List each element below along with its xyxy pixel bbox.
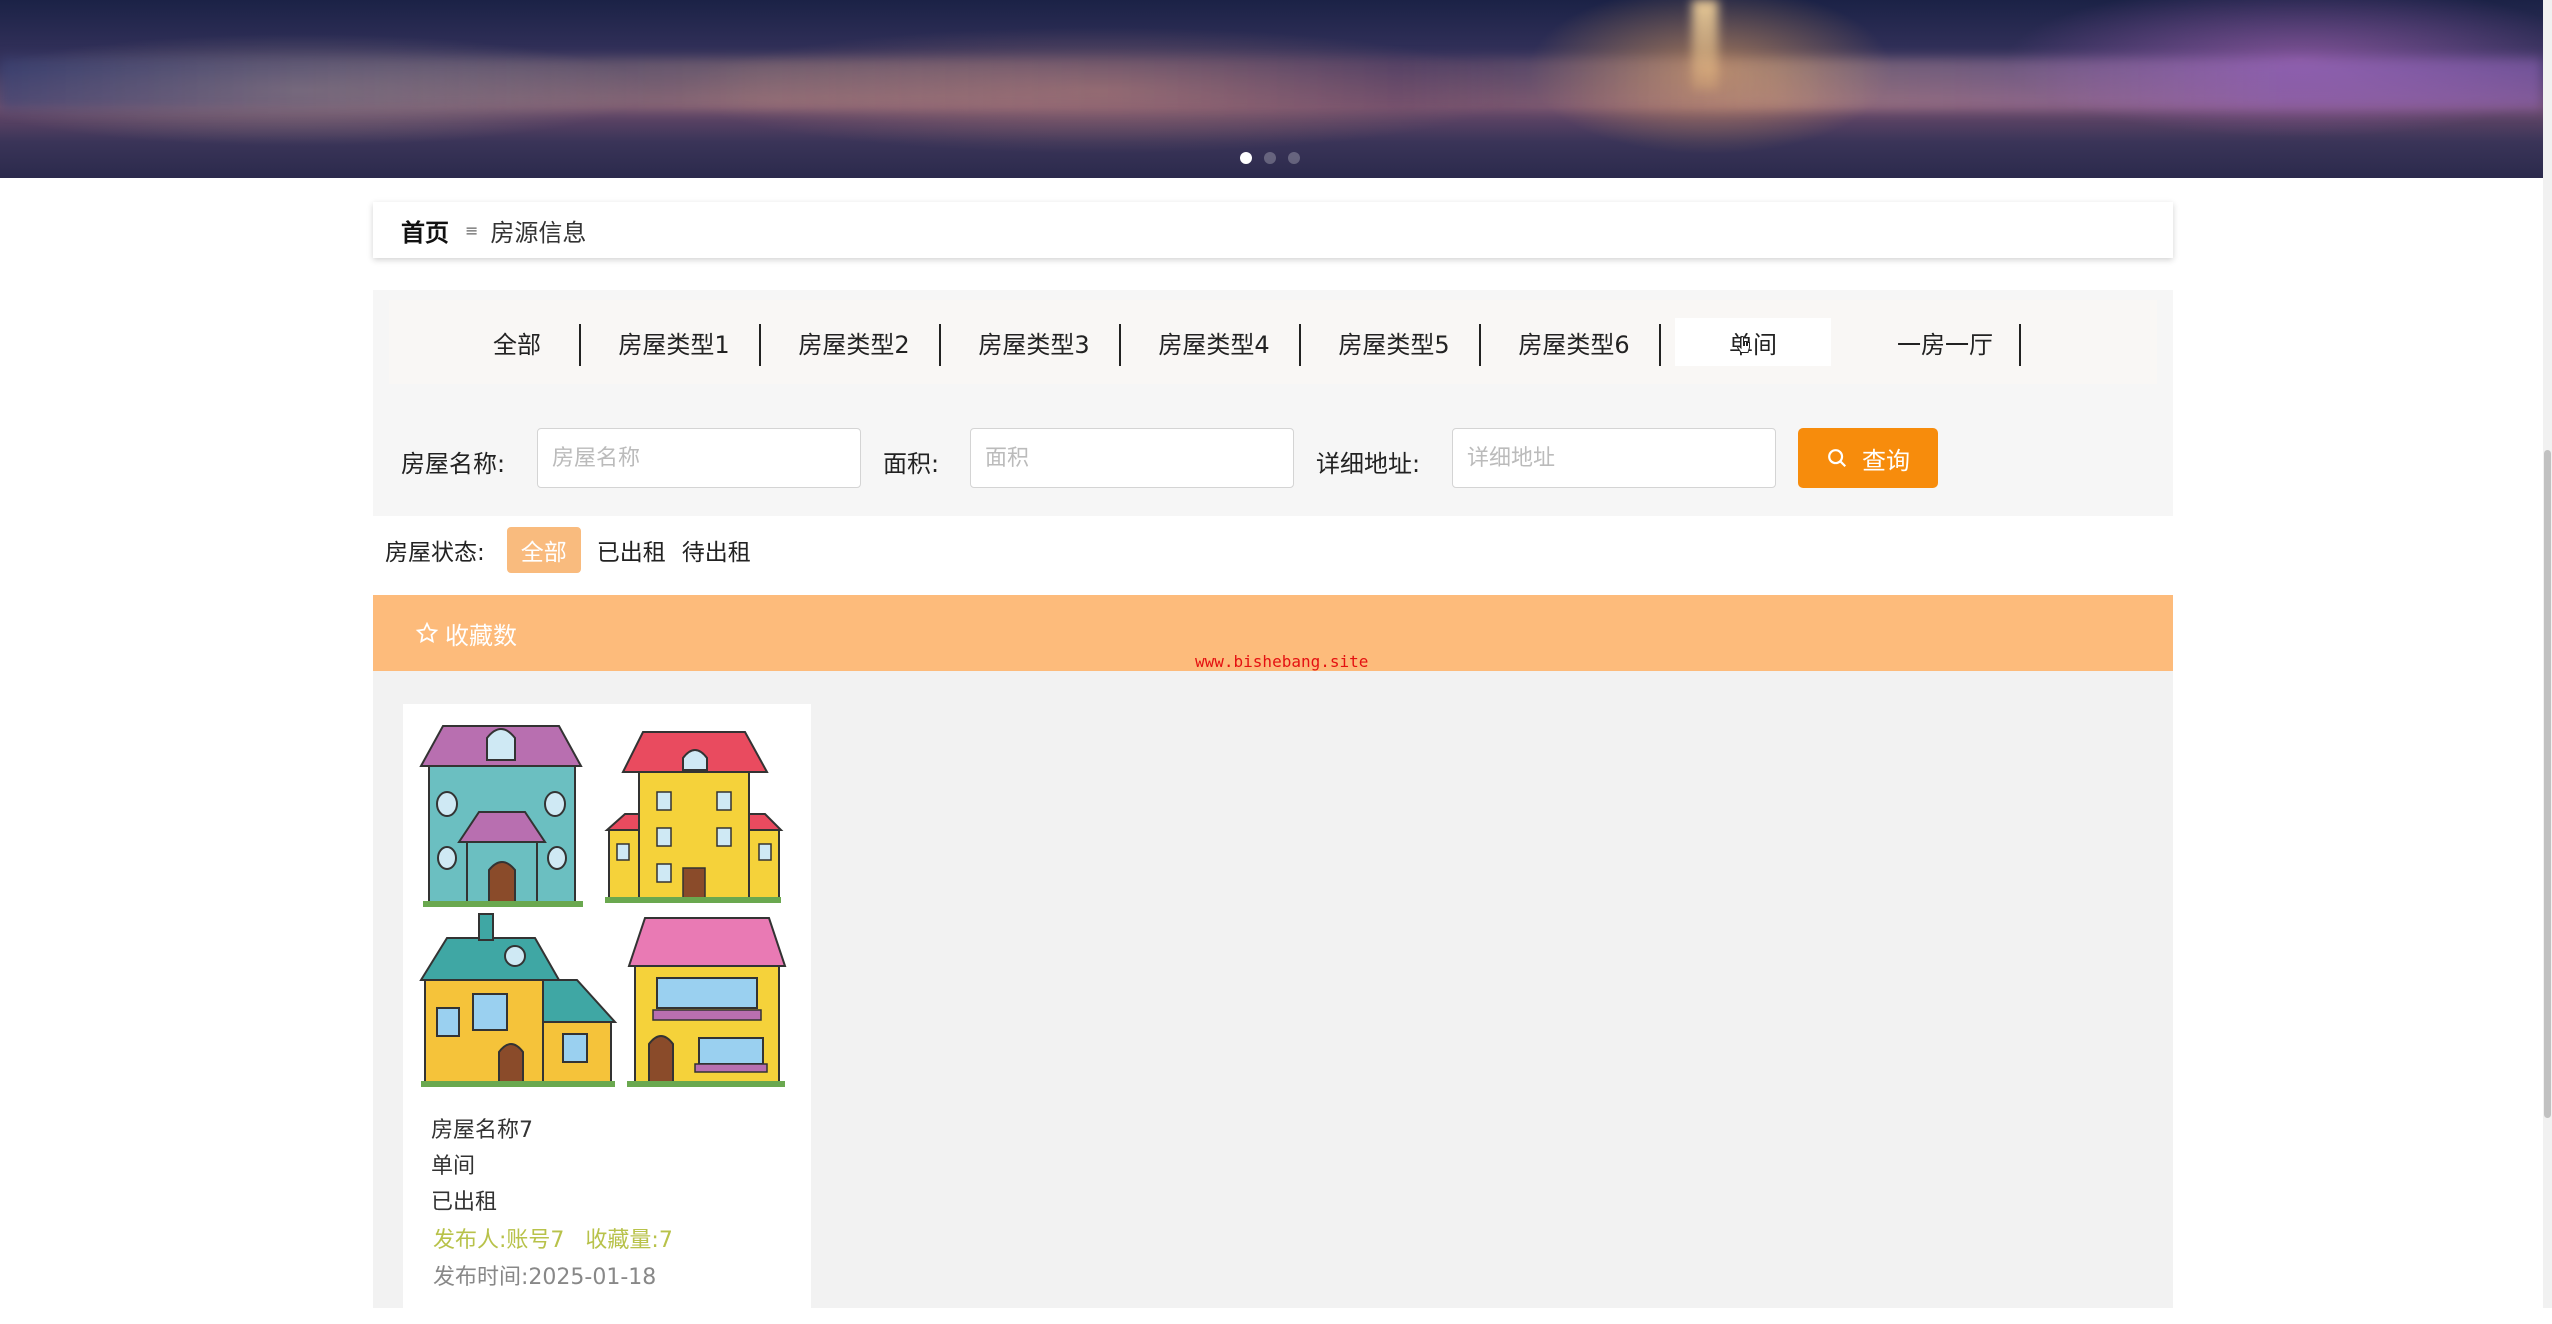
tab-all[interactable]: 全部 [459, 318, 575, 366]
tab-divider [579, 324, 581, 366]
favorite-count: 收藏量:7 [585, 1228, 673, 1253]
status-label: 房屋状态: [385, 540, 485, 566]
search-icon [1828, 449, 1847, 468]
tab-divider [2019, 324, 2021, 366]
status-option-available[interactable]: 待出租 [676, 527, 757, 573]
banner-light [1692, 0, 1718, 90]
breadcrumb-current: 房源信息 [490, 218, 587, 247]
publisher: 发布人:账号7 [433, 1228, 565, 1253]
tab-divider [1299, 324, 1301, 366]
scrollbar-thumb[interactable] [2544, 450, 2551, 1118]
listing-area: 房屋名称7 单间 已出租 发布人:账号7 收藏量:7 发布时间:2025-01-… [373, 671, 2173, 1324]
breadcrumb-separator-icon: ≡ [465, 220, 479, 240]
house-image [419, 725, 787, 1087]
mouse-cursor-icon [1736, 335, 1750, 353]
star-icon [415, 621, 439, 643]
banner-image [0, 58, 2543, 110]
search-row: 房屋名称: 面积: 详细地址: 查询 [373, 428, 2173, 490]
carousel-dot-2[interactable] [1264, 152, 1276, 164]
tab-single-room[interactable]: 单间 [1675, 318, 1831, 366]
search-button-label: 查询 [1862, 446, 1910, 475]
house-name-input[interactable] [537, 428, 861, 488]
area-label: 面积: [883, 450, 940, 478]
scrollbar[interactable] [2543, 0, 2552, 1308]
tab-divider [1659, 324, 1661, 366]
sort-label: 收藏数 [445, 621, 517, 650]
publish-time: 发布时间:2025-01-18 [433, 1265, 657, 1290]
status-option-all[interactable]: 全部 [506, 527, 581, 573]
tab-divider [1479, 324, 1481, 366]
tab-divider [939, 324, 941, 366]
area-input[interactable] [970, 428, 1294, 488]
carousel-dot-1[interactable] [1240, 152, 1252, 164]
tab-one-bedroom[interactable]: 一房一厅 [1855, 318, 2035, 366]
status-filter: 房屋状态: 全部 已出租 待出租 [385, 524, 761, 576]
breadcrumb-home-link[interactable]: 首页 [401, 213, 449, 248]
tab-divider [1119, 324, 1121, 366]
tab-type-2[interactable]: 房屋类型2 [769, 318, 939, 366]
search-button[interactable]: 查询 [1798, 428, 1938, 488]
tab-type-1[interactable]: 房屋类型1 [589, 318, 759, 366]
address-input[interactable] [1452, 428, 1776, 488]
carousel-dot-3[interactable] [1288, 152, 1300, 164]
category-tabs: 全部 房屋类型1 房屋类型2 房屋类型3 房屋类型4 房屋类型5 房屋类型6 单… [389, 300, 2157, 384]
house-name-label: 房屋名称: [401, 450, 506, 478]
address-label: 详细地址: [1316, 450, 1421, 478]
tab-divider [759, 324, 761, 366]
banner-carousel [0, 0, 2543, 178]
status-option-rented[interactable]: 已出租 [591, 527, 672, 573]
sort-by-favorites[interactable]: 收藏数 [415, 616, 517, 651]
carousel-dots [1240, 152, 1300, 164]
tab-type-6[interactable]: 房屋类型6 [1489, 318, 1659, 366]
breadcrumb: 首页 ≡ 房源信息 [373, 202, 2173, 258]
watermark: www.bishebang.site [1195, 652, 1369, 671]
filter-panel: 全部 房屋类型1 房屋类型2 房屋类型3 房屋类型4 房屋类型5 房屋类型6 单… [373, 290, 2173, 516]
tab-type-3[interactable]: 房屋类型3 [949, 318, 1119, 366]
house-type: 单间 [431, 1154, 476, 1179]
tab-type-4[interactable]: 房屋类型4 [1129, 318, 1299, 366]
publisher-info: 发布人:账号7 收藏量:7 [433, 1222, 673, 1254]
tab-type-5[interactable]: 房屋类型5 [1309, 318, 1479, 366]
house-card[interactable]: 房屋名称7 单间 已出租 发布人:账号7 收藏量:7 发布时间:2025-01-… [403, 704, 811, 1324]
house-status: 已出租 [431, 1190, 498, 1215]
house-name: 房屋名称7 [431, 1118, 533, 1143]
